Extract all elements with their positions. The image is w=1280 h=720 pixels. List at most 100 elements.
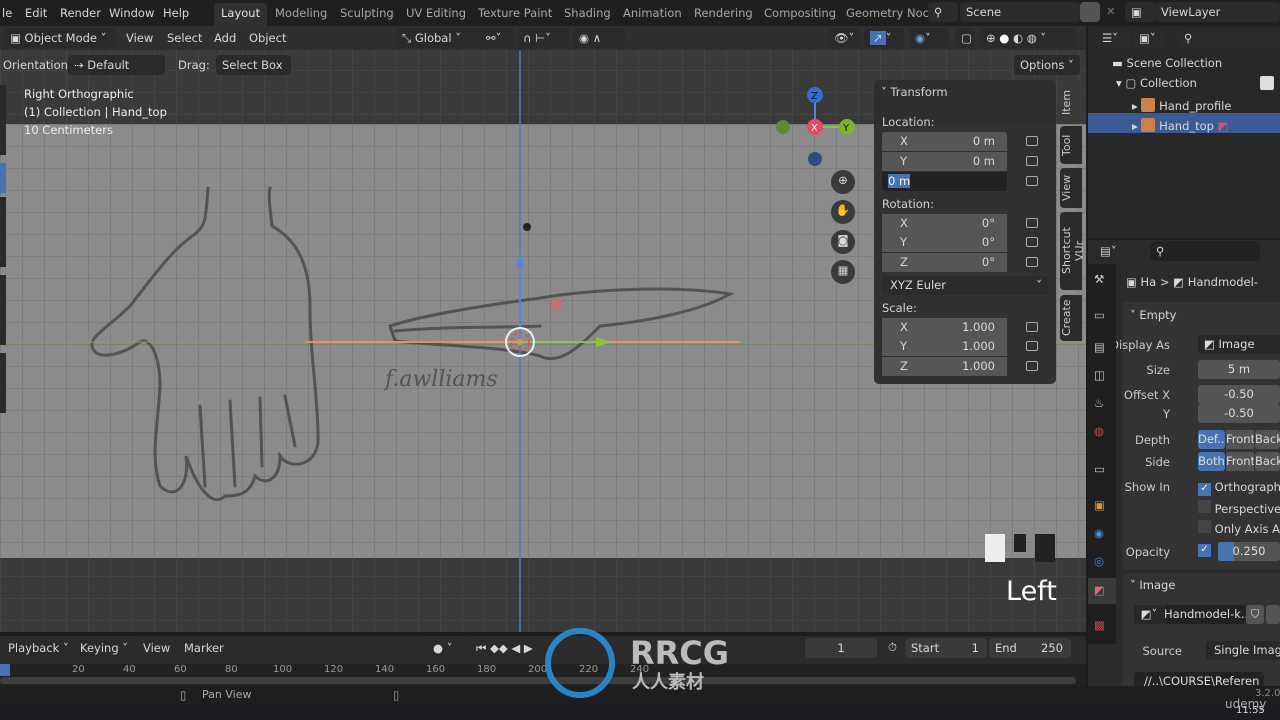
depth-front[interactable]: Front [1226,430,1254,449]
scale-z-field[interactable]: Z 1.000 [882,357,1007,376]
lock-icon[interactable] [1026,341,1038,351]
opacity-checkbox[interactable]: ✓ [1198,544,1211,557]
navigation-gizmo[interactable]: Z X Y [770,82,860,172]
show-in-orthographic[interactable]: ✓ Orthographic [1198,480,1280,496]
transform-orientation-selector[interactable]: ⤡ Global ˅ [396,28,486,48]
timeline-ruler[interactable]: 20 40 60 80 100 120 140 160 180 200 220 240 [0,664,1086,686]
view-layer-tab-icon[interactable]: ◫ [1094,368,1105,382]
pan-hand-icon[interactable]: ✋ [831,200,855,224]
depth-default[interactable]: Def... [1198,430,1225,449]
pivot-point-button[interactable]: ⚯˅ [480,28,514,48]
gizmo-x[interactable]: X [811,123,818,134]
menu-edit[interactable]: Edit [25,6,47,20]
tab-view[interactable]: View [1060,168,1082,208]
checkbox-icon[interactable] [1260,76,1274,90]
tab-layout[interactable]: Layout [214,3,268,26]
menu-select[interactable]: Select [167,31,202,45]
collection-tab-icon[interactable]: ▭ [1094,462,1105,476]
lock-icon[interactable] [1026,218,1038,228]
texture-tab-icon[interactable]: ▩ [1094,618,1105,632]
menu-file[interactable]: le [2,6,12,20]
visibility-selector[interactable]: 👁˅ [828,28,860,48]
location-y-field[interactable]: Y 0 m [882,152,1007,171]
tab-uv-editing[interactable]: UV Editing [406,6,466,20]
scale-x-field[interactable]: X 1.000 [882,318,1007,337]
filepath-field[interactable]: //..\COURSE\Referen [1134,672,1264,686]
lock-icon[interactable] [1026,156,1038,166]
playback-controls[interactable]: ⏮ ◆◆ ◀ ▶ [470,638,550,658]
rotation-z-field[interactable]: Z 0° [882,253,1007,272]
mode-selector[interactable]: ▣ Object Mode ˅ [4,28,116,48]
start-frame-field[interactable]: Start 1 [905,638,987,658]
lock-icon[interactable] [1026,361,1038,371]
scale-y-field[interactable]: Y 1.000 [882,337,1007,356]
snap-button[interactable]: ∩ ⊢˅ [517,28,569,48]
collection-row[interactable]: ▾ ▢ Collection [1116,76,1197,90]
lock-icon[interactable] [1026,176,1038,186]
tab-item[interactable]: Item [1060,82,1082,122]
size-field[interactable]: 5 m [1198,360,1280,379]
tab-shading[interactable]: Shading [564,6,611,20]
image-section-header[interactable]: ˅ Image [1130,578,1175,592]
image-name-field[interactable]: Handmodel-k... [1164,605,1246,624]
render-tab-icon[interactable]: ▭ [1094,308,1105,322]
scene-icon[interactable]: ⚲ [928,2,958,22]
viewlayer-selector[interactable]: ViewLayer [1155,2,1280,22]
gizmo-z[interactable]: Z [811,91,818,102]
tab-create[interactable]: Create [1060,295,1082,341]
playback-menu[interactable]: Playback ˅ [2,638,72,658]
depth-back[interactable]: Back [1255,430,1280,449]
tab-shortcut-vur[interactable]: Shortcut VUr [1060,212,1086,290]
physics-tab-icon[interactable]: ◉ [1094,526,1104,540]
tab-rendering[interactable]: Rendering [694,6,753,20]
output-tab-icon[interactable]: ▤ [1094,340,1105,354]
tab-sculpting[interactable]: Sculpting [340,6,394,20]
keying-menu[interactable]: Keying ˅ [74,638,132,658]
auto-keying-button[interactable]: ● ˅ [427,638,463,658]
rotation-y-field[interactable]: Y 0° [882,233,1007,252]
new-scene-icon[interactable] [1080,2,1100,22]
lock-icon[interactable] [1026,322,1038,332]
tool-tab-icon[interactable]: ⚒ [1094,272,1104,286]
menu-window[interactable]: Window [109,6,154,20]
proportional-edit-button[interactable]: ◉ ∧ [573,28,625,48]
display-mode-icon[interactable]: ☰˅ [1096,28,1130,48]
object-tab-icon[interactable]: ▣ [1094,498,1105,512]
tab-tool[interactable]: Tool [1060,126,1082,164]
current-frame-field[interactable]: 1 [805,638,877,658]
lock-icon[interactable] [1026,237,1038,247]
lock-icon[interactable] [1026,257,1038,267]
options-dropdown[interactable]: Options ˅ [1014,55,1080,75]
side-back[interactable]: Back [1255,452,1280,471]
side-front[interactable]: Front [1226,452,1254,471]
editor-type-icon[interactable]: ▤˅ [1094,241,1124,261]
transform-header[interactable]: ˅ Transform [881,85,948,99]
menu-object[interactable]: Object [249,31,286,45]
menu-help[interactable]: Help [163,6,189,20]
filter-icon[interactable]: ▣˅ [1133,28,1165,48]
shading-mode-buttons[interactable]: ⊕ ● ◐ ◍ ˅ [980,28,1076,48]
display-as-dropdown[interactable]: ◩ Image [1198,335,1280,354]
show-in-axis-aligned[interactable]: Only Axis Al... [1198,520,1280,536]
offset-y-field[interactable]: -0.50 [1198,404,1280,423]
zoom-icon[interactable]: ⊕ [831,170,855,194]
drag-dropdown[interactable]: Select Box [216,55,291,75]
grid-icon[interactable]: ▦ [831,260,855,284]
opacity-slider[interactable]: 0.250 [1218,542,1280,561]
scene-collection-row[interactable]: ▬ Scene Collection [1112,56,1222,70]
tab-texture-paint[interactable]: Texture Paint [478,6,552,20]
timeline-view-menu[interactable]: View [143,641,170,655]
viewlayer-icon[interactable]: ▣ [1125,2,1155,22]
source-dropdown[interactable]: Single Image [1206,641,1280,660]
close-scene-icon[interactable]: ✕ [1106,4,1116,18]
gizmo-toggle[interactable]: ↗ ˅ [864,28,904,48]
xray-toggle[interactable]: ▢ [955,28,975,48]
lock-icon[interactable] [1026,136,1038,146]
location-z-field-editing[interactable]: 0 m [882,172,1007,191]
fake-user-shield-icon[interactable]: ⛉ [1246,605,1264,624]
preview-range-icon[interactable]: ⏱ [888,640,897,655]
show-in-perspective[interactable]: Perspective [1198,500,1280,516]
tab-animation[interactable]: Animation [623,6,682,20]
playhead[interactable] [0,664,10,676]
timeline-scrollbar[interactable] [0,677,1076,684]
